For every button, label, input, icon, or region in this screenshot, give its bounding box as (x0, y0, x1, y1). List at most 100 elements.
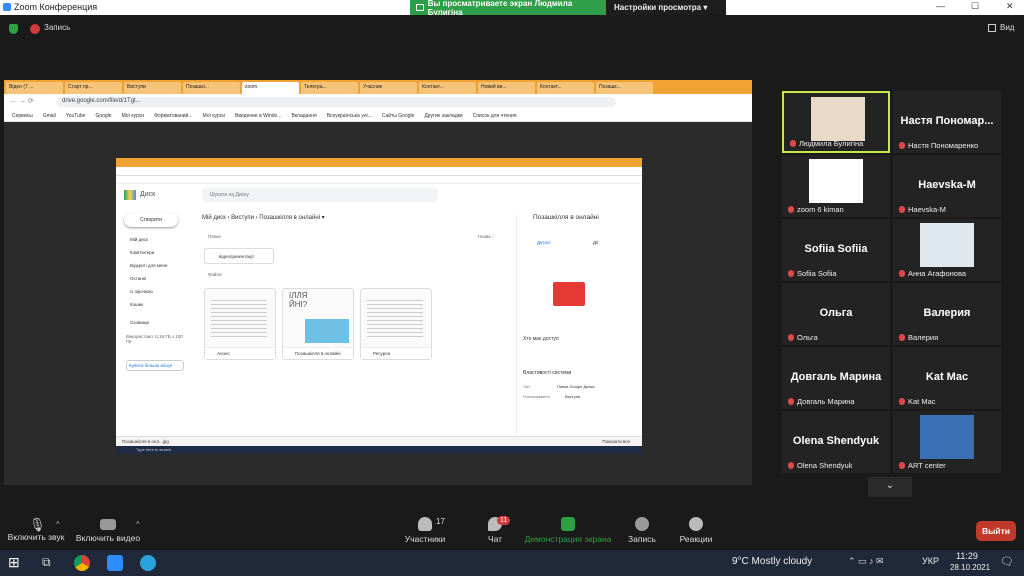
close-button[interactable]: ✕ (1006, 1, 1014, 12)
participant-video-thumbnail (920, 415, 974, 459)
mic-muted-icon: 🎙 (29, 517, 46, 532)
browser-tab: Відео (7 ... (6, 82, 63, 94)
browser-tab: zoom (242, 82, 299, 94)
video-options-chevron-icon[interactable]: ^ (136, 520, 140, 529)
details-panel: Позашкілля в онлайні Деталі Дії Хто має … (516, 214, 628, 436)
weather-widget[interactable]: 9°C Mostly cloudy (732, 556, 812, 567)
participant-tile[interactable]: Анна Агафонова (893, 219, 1001, 281)
reactions-button[interactable]: Реакции (676, 512, 716, 544)
chrome-icon[interactable] (74, 555, 90, 571)
bookmark-item: Другие закладки (424, 113, 463, 119)
drive-logo-icon (124, 190, 136, 200)
language-indicator[interactable]: УКР (922, 556, 939, 566)
bookmark-item: Сайты Google (381, 113, 415, 119)
view-grid-icon[interactable] (988, 24, 996, 32)
buy-storage-button: Купити більше місця (126, 360, 184, 371)
folder-item: відеопрезентації (204, 248, 274, 264)
bookmark-item: Всеукраїнська уні... (326, 113, 372, 119)
file-thumbnail (367, 297, 423, 337)
participant-name: Довгаль Марина (797, 397, 855, 406)
bookmark-item: Вкладання (291, 113, 317, 119)
share-screen-button[interactable]: Демонстрация экрана (524, 512, 612, 544)
more-participants-chevron-icon[interactable]: ⌄ (868, 477, 912, 497)
participant-video-thumbnail (811, 97, 865, 141)
leave-meeting-button[interactable]: Выйти (976, 521, 1016, 541)
participant-tile[interactable]: Haevska-M Haevska-M (893, 155, 1001, 217)
security-shield-icon[interactable] (9, 24, 18, 34)
audio-options-chevron-icon[interactable]: ^ (56, 520, 60, 529)
bookmarks-bar: Сервисы Gmail YouTube Google Мої курси Формат… (4, 110, 752, 122)
participant-caption: Настя Пономаренко (899, 141, 978, 150)
participant-tile[interactable]: Довгаль Марина Довгаль Марина (782, 347, 890, 409)
participant-caption: Sofiia Sofiia (788, 269, 837, 278)
participant-tile[interactable]: Валерия Валерия (893, 283, 1001, 345)
mic-muted-icon (899, 142, 905, 149)
participant-display-name: Sofiia Sofiia (804, 243, 868, 255)
recording-label: Запись (44, 23, 71, 32)
participants-label: Участники (404, 534, 446, 544)
file-name: Анонс (205, 347, 275, 359)
participant-display-name: Довгаль Марина (790, 371, 882, 383)
participant-caption: Ольга (788, 333, 818, 342)
windows-start-icon[interactable]: ⊞ (8, 554, 20, 571)
mic-muted-icon (788, 462, 794, 469)
participant-display-name: Haevska-M (918, 179, 976, 191)
mic-muted-icon (899, 462, 905, 469)
participant-tile[interactable]: Настя Пономар... Настя Пономаренко (893, 91, 1001, 153)
storage-usage: Використано: 0,18 ГБ з 100 ГБ (126, 334, 183, 344)
participant-tile[interactable]: Людмила Булигіна (782, 91, 890, 153)
participant-name: Kat Mac (908, 397, 936, 406)
sidebar-my-drive: Мій диск (130, 237, 148, 242)
file-thumbnail (211, 297, 267, 337)
folder-preview-icon (553, 282, 585, 306)
file-thumbnail (305, 319, 349, 343)
file-thumbnail-text: ІЛЛЯ ЙНІ? (289, 291, 308, 309)
participant-tile[interactable]: zoom 6 kiman (782, 155, 890, 217)
participant-tile[interactable]: ART center (893, 411, 1001, 473)
participant-display-name: Olena Shendyuk (792, 435, 880, 447)
bookmark-item: Мої курси (202, 113, 226, 119)
browser-tabs: Відео (7 ... Старт пр... Виступи Позашкі...… (4, 80, 752, 94)
view-button[interactable]: Вид (1000, 23, 1014, 32)
participant-tile[interactable]: Ольга Ольга (782, 283, 890, 345)
participant-tile[interactable]: Sofiia Sofiia Sofiia Sofiia (782, 219, 890, 281)
zoom-taskbar-icon[interactable] (107, 555, 123, 571)
unmute-label: Включить звук (7, 532, 65, 542)
bookmark-item: Введение в Windo... (235, 113, 282, 119)
google-drive-page: Диск Шукати на Диску Створити Мій диск К… (116, 184, 642, 436)
participant-name: Haevska-M (908, 205, 946, 214)
share-screen-icon (561, 517, 575, 531)
browser-tab: Позашк... (596, 82, 653, 94)
participant-tile[interactable]: Olena Shendyuk Olena Shendyuk (782, 411, 890, 473)
notifications-icon[interactable]: 🗨 (1000, 555, 1014, 568)
shared-screen[interactable]: Відео (7 ... Старт пр... Виступи Позашкі...… (4, 80, 752, 485)
tray-icons[interactable]: ⌃ ▭ ♪ ✉ (848, 556, 884, 567)
minimize-button[interactable]: — (936, 1, 945, 11)
participant-name: Валерия (908, 333, 939, 342)
task-view-icon[interactable]: ⧉ (42, 555, 51, 570)
meeting-toolbar: 🎙 Включить звук ^ Включить видео ^ Участ… (0, 512, 1024, 550)
participant-tile[interactable]: Kat Mac Kat Mac (893, 347, 1001, 409)
record-icon (635, 517, 649, 531)
record-button[interactable]: Запись (624, 512, 660, 544)
view-options-button[interactable]: Настройки просмотра ▾ (606, 0, 715, 15)
windows-taskbar: ⊞ ⧉ 9°C Mostly cloudy ⌃ ▭ ♪ ✉ УКР 11:29 … (0, 550, 1024, 576)
chat-unread-badge: 11 (497, 516, 511, 525)
location-value: Виступи (565, 394, 581, 399)
inner-browser-tabs (116, 158, 642, 167)
chat-label: Чат (487, 534, 503, 544)
file-card: Анонс (204, 288, 276, 360)
inner-taskbar: Type here to search (116, 446, 642, 454)
mic-muted-icon (788, 398, 794, 405)
mic-muted-icon (788, 270, 794, 277)
clock-date[interactable]: 28.10.2021 (950, 563, 990, 572)
participants-count: 17 (436, 517, 445, 526)
participant-display-name: Ольга (819, 307, 853, 319)
maximize-button[interactable]: ☐ (971, 1, 979, 12)
participant-caption: Довгаль Марина (788, 397, 855, 406)
participant-video-thumbnail (920, 223, 974, 267)
reactions-label: Реакции (679, 534, 713, 544)
clock-time[interactable]: 11:29 (956, 551, 978, 561)
start-video-button[interactable]: Включить видео (74, 512, 142, 543)
telegram-icon[interactable] (140, 555, 156, 571)
